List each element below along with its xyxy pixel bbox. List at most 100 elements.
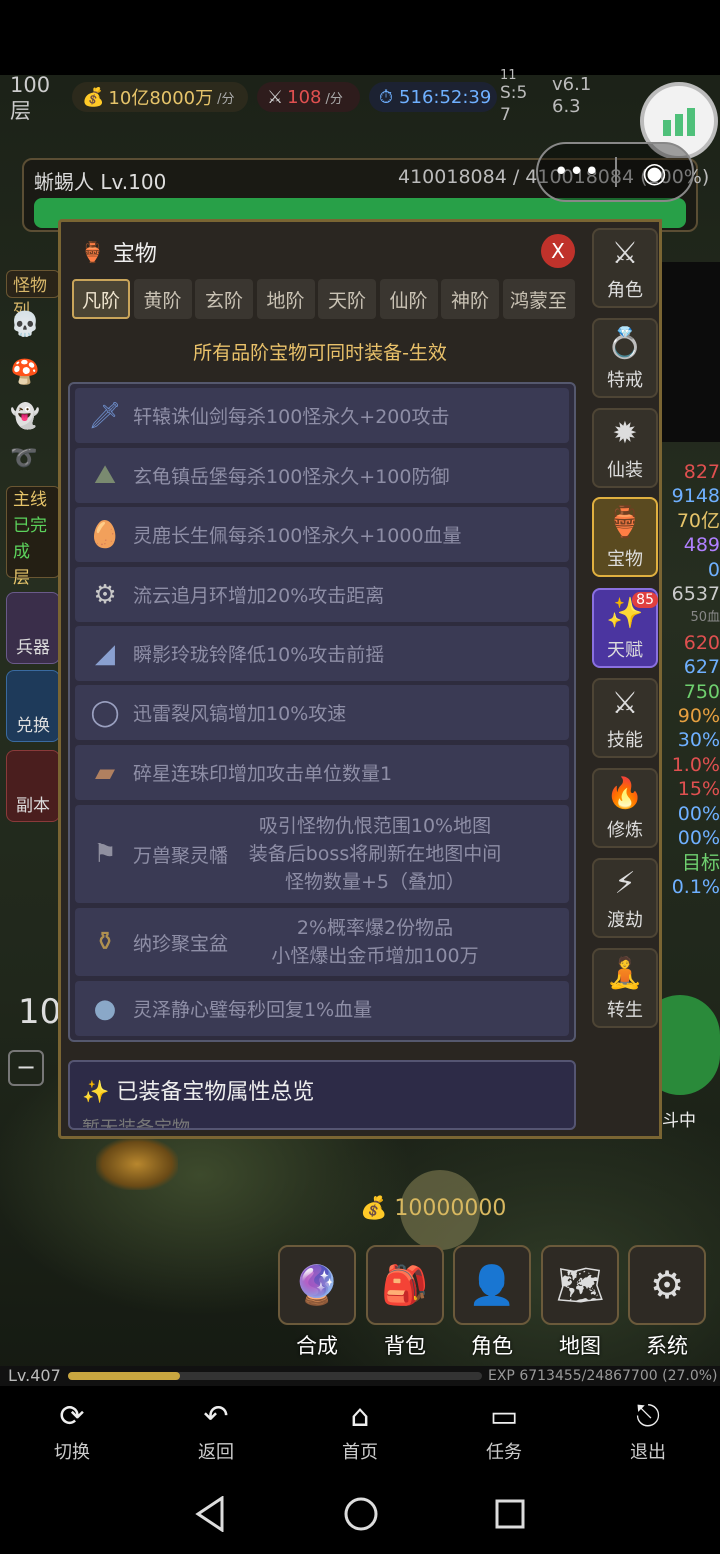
treasure-item[interactable]: ⚱ 纳珍聚宝盆 2%概率爆2份物品 小怪爆出金币增加100万: [75, 908, 569, 976]
menu-vase-button[interactable]: 🏺 宝物: [592, 497, 658, 577]
meditation-icon: 🧘: [606, 956, 644, 991]
menu-lightning-button[interactable]: ⚡ 渡劫: [592, 858, 658, 938]
treasure-item[interactable]: 🥚 灵鹿长生佩 每杀100怪永久+1000血量: [75, 507, 569, 562]
exchange-button[interactable]: 兑换: [6, 670, 60, 742]
menu-crossed-swords-button[interactable]: ⚔ 技能: [592, 678, 658, 758]
lizard-sprite: [96, 1138, 178, 1190]
tab-7[interactable]: 神阶: [441, 279, 499, 319]
monster-tab[interactable]: 怪物列: [6, 270, 60, 321]
menu-label: 仙装: [607, 460, 643, 481]
treasure-item[interactable]: 🗡 轩辕诛仙剑 每杀100怪永久+200攻击: [75, 388, 569, 443]
treasure-item[interactable]: ◢ 瞬影玲珑铃 降低10%攻击前摇: [75, 626, 569, 681]
treasure-name: 灵泽静心璧: [133, 999, 229, 1021]
nav-back-arrow[interactable]: ↶ 返回: [171, 1396, 261, 1464]
right-stat-value: 目标: [681, 851, 720, 874]
treasure-name: 瞬影玲珑铃: [133, 644, 229, 666]
treasure-desc: 每杀100怪永久+200攻击: [228, 406, 450, 428]
minus-button[interactable]: −: [8, 1050, 44, 1086]
floor-indicator: 100 层: [10, 73, 51, 123]
badge: 85: [632, 592, 658, 608]
treasure-name: 流云追月环: [133, 585, 229, 607]
more-dots-icon[interactable]: •••: [538, 157, 615, 187]
close-button[interactable]: X: [541, 234, 575, 268]
nav-task[interactable]: ▭ 任务: [459, 1396, 549, 1464]
kill-rate-pill: ⚔ 108/分: [257, 82, 360, 112]
menu-label: 天赋: [607, 640, 643, 661]
lizard-icon: ➰: [10, 446, 38, 471]
nav-switch[interactable]: ⟳ 切换: [27, 1396, 117, 1464]
android-home-icon[interactable]: [343, 1496, 379, 1532]
ring-icon: 💍: [606, 326, 644, 361]
treasure-item[interactable]: ⛰ 玄龟镇岳堡 每杀100怪永久+100防御: [75, 448, 569, 503]
nav-exit[interactable]: ⎋ 退出: [603, 1396, 693, 1464]
dungeon-button[interactable]: 副本: [6, 750, 60, 822]
timer-pill: ⏱ 516:52:39: [369, 82, 497, 112]
treasure-name: 轩辕诛仙剑: [133, 406, 229, 428]
treasure-desc: 增加10%攻速: [228, 703, 347, 725]
treasure-name: 迅雷裂风镐: [133, 703, 229, 725]
ring-icon: ⚙: [93, 579, 117, 610]
tab-2[interactable]: 黄阶: [133, 279, 192, 319]
treasure-name: 灵鹿长生佩: [133, 525, 229, 547]
right-stat-value: 30%: [677, 729, 720, 752]
weapon-button[interactable]: 兵器: [6, 592, 60, 664]
bottom-menu-label: 角色: [471, 1334, 513, 1358]
right-stat-value: 50血: [690, 610, 720, 626]
treasure-item[interactable]: ◯ 迅雷裂风镐 增加10%攻速: [75, 685, 569, 740]
equipped-overview[interactable]: ✨ 已装备宝物属性总览 暂无装备宝物: [68, 1060, 576, 1130]
modal-title: 🏺 宝物: [80, 240, 157, 267]
android-recents-icon[interactable]: [494, 1496, 526, 1532]
menu-label: 转生: [607, 1000, 643, 1021]
menu-label: 角色: [607, 280, 643, 301]
nav-label: 任务: [486, 1442, 522, 1463]
treasure-item[interactable]: ▰ 碎星连珠印 增加攻击单位数量1: [75, 745, 569, 800]
tab-5[interactable]: 天阶: [318, 279, 376, 319]
bracelet-icon: ◯: [90, 697, 120, 728]
menu-label: 特戒: [607, 370, 643, 391]
backpack-icon: 🎒: [381, 1262, 429, 1307]
lightning-icon: ⚡: [614, 866, 636, 901]
main-quest-card[interactable]: 主线 已完成 层: [6, 486, 60, 588]
right-stat-value: 90%: [677, 705, 720, 728]
treasure-item[interactable]: ⚙ 流云追月环 增加20%攻击距离: [75, 567, 569, 622]
android-back-icon[interactable]: [194, 1496, 226, 1532]
tab-1[interactable]: 凡阶: [72, 279, 130, 319]
right-stat-value: 0: [707, 558, 720, 581]
right-stats-column: 827 9148 70亿 489 0 6537 50血 620 627 750 90% 30% 1.0%…: [662, 460, 720, 899]
treasure-desc: 2%概率爆2份物品 小怪爆出金币增加100万: [225, 914, 525, 970]
menu-ring-button[interactable]: 💍 特戒: [592, 318, 658, 398]
crossed-swords-icon: ⚔: [611, 236, 639, 271]
menu-sparkle-button[interactable]: ✨ 天赋 85: [592, 588, 658, 668]
gold-drop[interactable]: 💰 10000000: [360, 1196, 506, 1221]
exit-icon: ⎋: [636, 1399, 660, 1434]
bottom-person-button[interactable]: 👤: [453, 1245, 531, 1325]
treasure-item[interactable]: ● 灵泽静心璧 每秒回复1%血量: [75, 981, 569, 1036]
close-circle-icon[interactable]: ◉: [617, 156, 692, 189]
tab-3[interactable]: 玄阶: [195, 279, 253, 319]
tab-8[interactable]: 鸿蒙至: [502, 279, 575, 319]
menu-meditation-button[interactable]: 🧘 转生: [592, 948, 658, 1028]
bottom-menu-label: 合成: [296, 1334, 338, 1358]
tab-6[interactable]: 仙阶: [379, 279, 438, 319]
bottom-crystal-ball-button[interactable]: 🔮: [278, 1245, 356, 1325]
menu-crossed-swords-button[interactable]: ⚔ 角色: [592, 228, 658, 308]
person-icon: 👤: [468, 1262, 516, 1307]
treasure-desc-line: 怪物数量+5（叠加）: [284, 871, 465, 893]
treasure-item[interactable]: ⚑ 万兽聚灵幡 吸引怪物仇恨范围10%地图 装备后boss将刷新在地图中间 怪物数量+5…: [75, 805, 569, 903]
menu-sun-button[interactable]: ✹ 仙装: [592, 408, 658, 488]
bottom-map-button[interactable]: 🗺: [541, 1245, 619, 1325]
right-stat-value: 00%: [677, 802, 720, 825]
bottom-menu-label: 系统: [646, 1334, 688, 1358]
tab-4[interactable]: 地阶: [256, 279, 315, 319]
task-icon: ▭: [489, 1399, 519, 1434]
menu-fire-button[interactable]: 🔥 修炼: [592, 768, 658, 848]
treasure-desc: 每秒回复1%血量: [228, 999, 373, 1021]
vase-icon: 🏺: [606, 505, 644, 540]
bottom-backpack-button[interactable]: 🎒: [366, 1245, 444, 1325]
back-arrow-icon: ↶: [203, 1399, 229, 1434]
treasure-desc-line: 装备后boss将刷新在地图中间: [248, 843, 502, 865]
treasure-desc: 每杀100怪永久+100防御: [228, 466, 450, 488]
nav-home[interactable]: ⌂ 首页: [315, 1396, 405, 1464]
minimap: [660, 262, 720, 442]
bottom-gear-button[interactable]: ⚙: [628, 1245, 706, 1325]
